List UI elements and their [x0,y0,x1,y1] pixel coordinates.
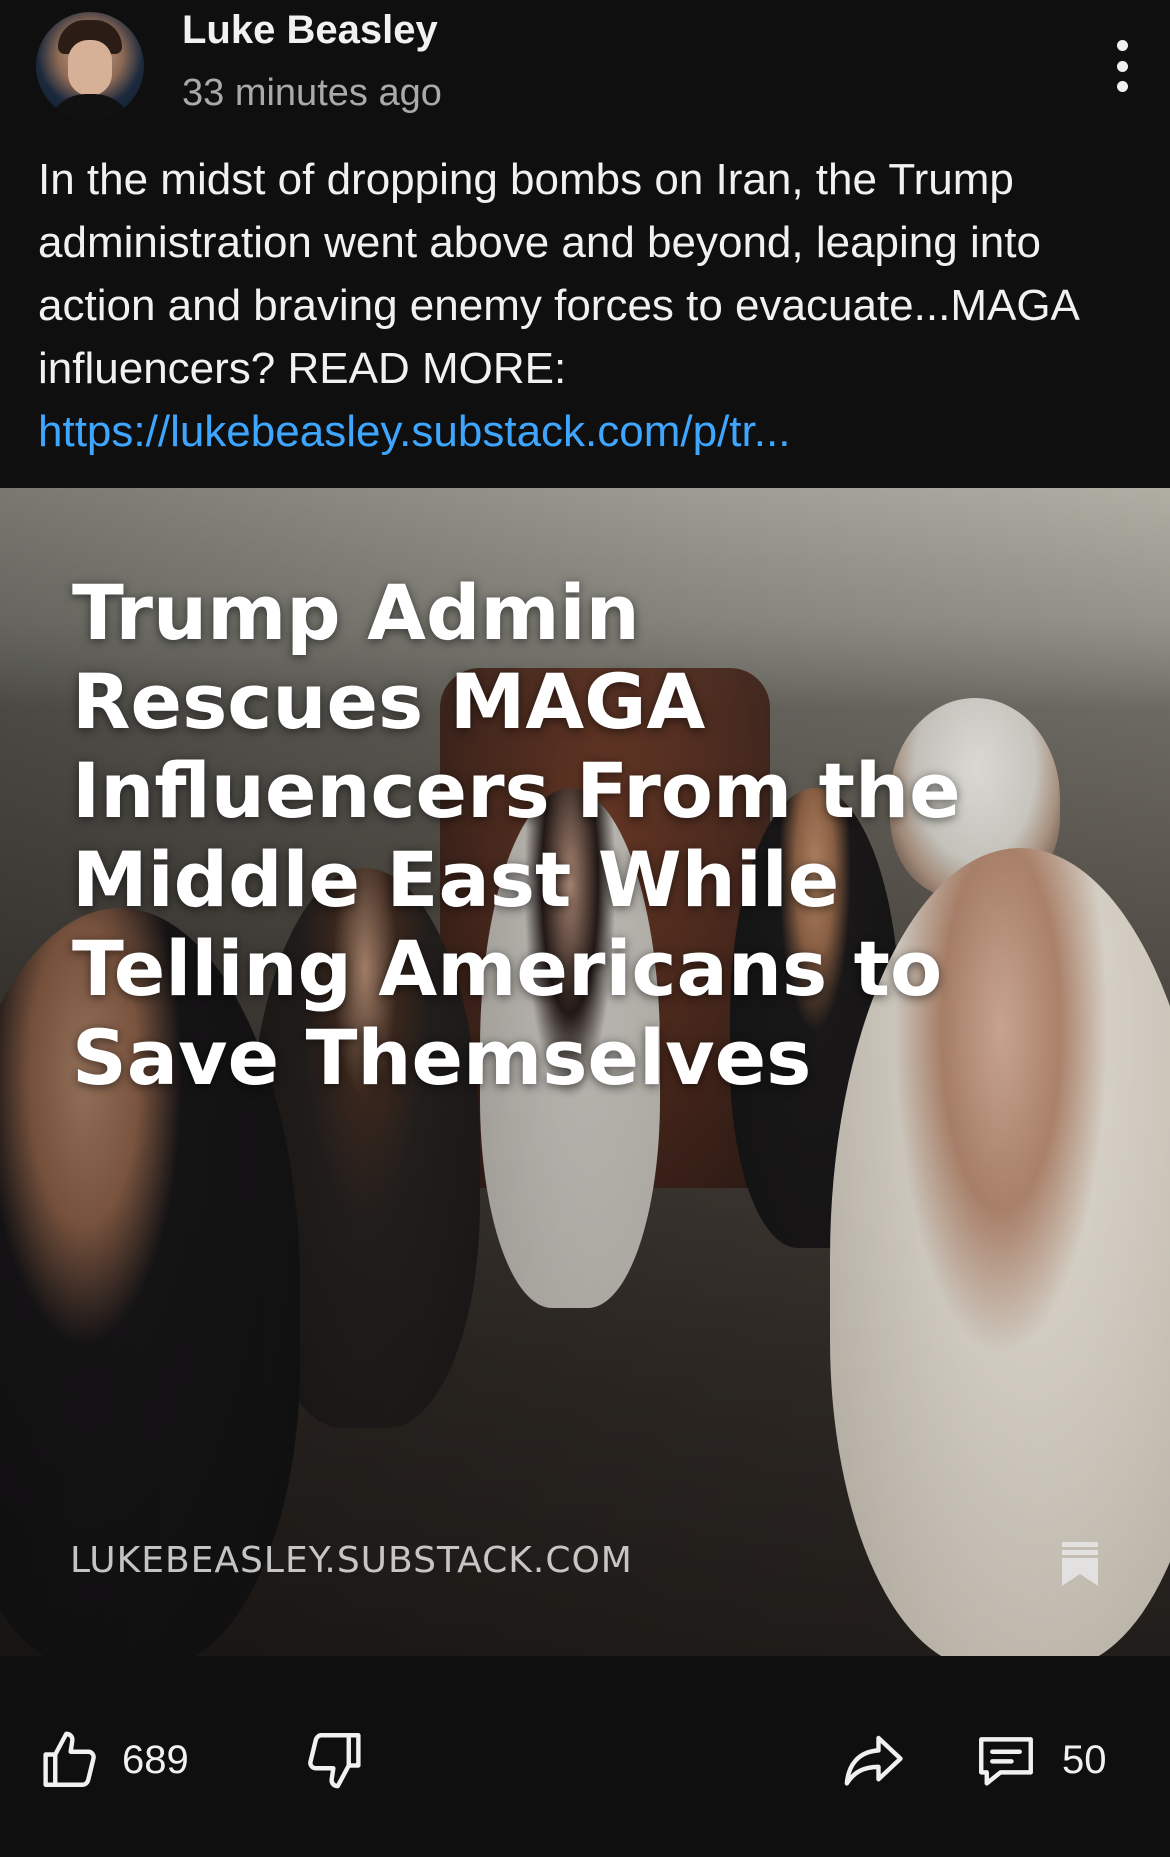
post-text-content: In the midst of dropping bombs on Iran, … [38,155,1078,393]
comment-icon [979,1737,1033,1786]
comments-button[interactable]: 50 [970,1720,1107,1800]
bookmark-icon [1062,1542,1098,1586]
like-count: 689 [122,1737,189,1782]
thumbnail-source: LUKEBEASLEY.SUBSTACK.COM [70,1540,633,1581]
author-avatar[interactable] [36,12,144,120]
share-arrow-icon [844,1735,903,1786]
post-link[interactable]: https://lukebeasley.substack.com/p/tr... [38,400,1138,463]
author-name[interactable]: Luke Beasley [182,8,438,53]
post-actions: 689 50 [0,1660,1170,1820]
thumbs-down-icon [308,1733,361,1789]
post-timestamp: 33 minutes ago [182,72,442,114]
thumbnail-headline: Trump Admin Rescues MAGA Influencers Fro… [72,568,961,1102]
more-vertical-icon [1116,40,1128,51]
post-thumbnail[interactable]: Trump Admin Rescues MAGA Influencers Fro… [0,488,1170,1656]
more-options-button[interactable] [1100,36,1144,96]
comment-count: 50 [1062,1737,1107,1782]
post-text: In the midst of dropping bombs on Iran, … [38,148,1138,463]
share-button[interactable] [838,1720,908,1800]
dislike-button[interactable] [302,1720,368,1800]
thumbs-up-icon [43,1731,96,1787]
like-button[interactable]: 689 [36,1720,189,1800]
post-header: Luke Beasley 33 minutes ago [0,0,1170,140]
